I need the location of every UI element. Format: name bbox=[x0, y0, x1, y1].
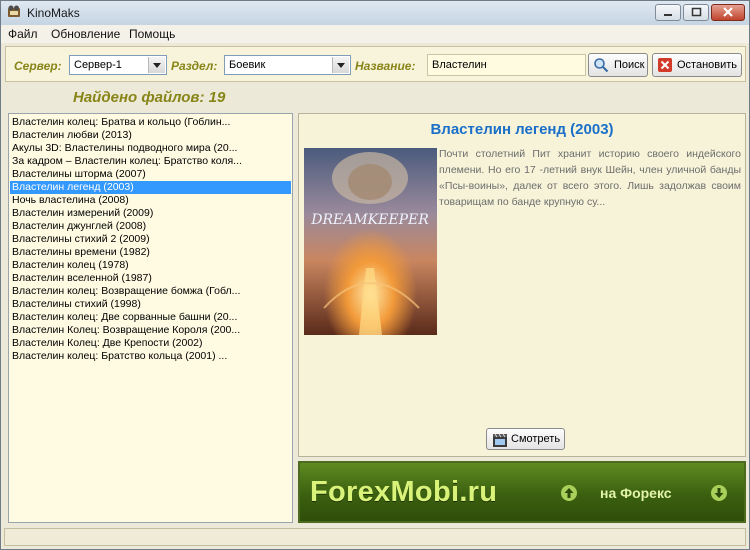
menu-update[interactable]: Обновление bbox=[51, 27, 120, 41]
name-search-input[interactable] bbox=[427, 54, 586, 76]
ad-banner[interactable]: ForexMobi.ru на Форекс bbox=[298, 461, 746, 523]
list-item[interactable]: Властелин колец: Две сорванные башни (20… bbox=[10, 311, 291, 324]
arrow-down-icon bbox=[711, 485, 727, 501]
app-window: KinoMaks Файл Обновление Помощь Сервер: … bbox=[0, 0, 750, 550]
chevron-down-icon[interactable] bbox=[148, 57, 165, 73]
list-item[interactable]: Властелин колец: Возвращение бомжа (Гобл… bbox=[10, 285, 291, 298]
list-item[interactable]: Властелин Колец: Возвращение Короля (200… bbox=[10, 324, 291, 337]
watch-button-label: Смотреть bbox=[511, 433, 561, 445]
list-item[interactable]: Властелины времени (1982) bbox=[10, 246, 291, 259]
filter-bar: Сервер: Сервер-1 Раздел: Боевик Название… bbox=[5, 46, 746, 82]
movie-description: Почти столетний Пит хранит историю своег… bbox=[439, 148, 741, 208]
details-panel: Властелин легенд (2003) DREAMKEEPER Почт… bbox=[298, 113, 746, 457]
search-button-label: Поиск bbox=[614, 59, 645, 71]
found-count: Найдено файлов: 19 bbox=[73, 89, 226, 106]
results-list[interactable]: Властелин колец: Братва и кольцо (Гоблин… bbox=[8, 113, 293, 523]
list-item[interactable]: Властелины шторма (2007) bbox=[10, 168, 291, 181]
status-bar bbox=[4, 528, 746, 546]
search-icon bbox=[594, 58, 609, 73]
search-button[interactable]: Поиск bbox=[588, 53, 648, 77]
minimize-icon bbox=[664, 14, 672, 16]
window-title: KinoMaks bbox=[27, 6, 80, 20]
menu-bar: Файл Обновление Помощь bbox=[1, 25, 749, 43]
stop-icon bbox=[658, 58, 672, 72]
list-item[interactable]: Властелин вселенной (1987) bbox=[10, 272, 291, 285]
chevron-down-icon[interactable] bbox=[332, 57, 349, 73]
server-select-value: Сервер-1 bbox=[74, 59, 122, 71]
list-item[interactable]: Властелин колец: Братва и кольцо (Гоблин… bbox=[10, 116, 291, 129]
film-clapper-icon bbox=[493, 433, 507, 447]
title-bar[interactable]: KinoMaks bbox=[1, 1, 749, 26]
movie-poster: DREAMKEEPER bbox=[304, 148, 437, 335]
list-item[interactable]: Властелин Колец: Две Крепости (2002) bbox=[10, 337, 291, 350]
server-label: Сервер: bbox=[14, 59, 62, 73]
list-item[interactable]: Акулы 3D: Властелины подводного мира (20… bbox=[10, 142, 291, 155]
watch-button[interactable]: Смотреть bbox=[486, 428, 565, 450]
movie-title: Властелин легенд (2003) bbox=[430, 121, 614, 138]
maximize-icon bbox=[691, 7, 702, 17]
list-item[interactable]: Властелины стихий (1998) bbox=[10, 298, 291, 311]
list-item[interactable]: Властелин колец: Братство кольца (2001) … bbox=[10, 350, 291, 363]
close-icon bbox=[723, 7, 733, 17]
list-item[interactable]: За кадром – Властелин колец: Братство ко… bbox=[10, 155, 291, 168]
menu-file[interactable]: Файл bbox=[8, 27, 38, 41]
section-select[interactable]: Боевик bbox=[224, 55, 351, 75]
banner-sub-text: на Форекс bbox=[600, 485, 672, 501]
menu-help[interactable]: Помощь bbox=[129, 27, 175, 41]
section-select-value: Боевик bbox=[229, 59, 266, 71]
list-item[interactable]: Властелин любви (2013) bbox=[10, 129, 291, 142]
poster-title: DREAMKEEPER bbox=[310, 212, 429, 228]
stop-button-label: Остановить bbox=[677, 59, 738, 71]
list-item[interactable]: Ночь властелина (2008) bbox=[10, 194, 291, 207]
minimize-button[interactable] bbox=[655, 4, 681, 21]
list-item[interactable]: Властелины стихий 2 (2009) bbox=[10, 233, 291, 246]
arrow-up-icon bbox=[561, 485, 577, 501]
maximize-button[interactable] bbox=[683, 4, 709, 21]
section-label: Раздел: bbox=[171, 59, 218, 73]
poster-image: DREAMKEEPER bbox=[304, 148, 437, 335]
close-button[interactable] bbox=[711, 4, 745, 21]
film-reel-icon bbox=[8, 5, 20, 17]
list-item[interactable]: Властелин измерений (2009) bbox=[10, 207, 291, 220]
server-select[interactable]: Сервер-1 bbox=[69, 55, 167, 75]
banner-main-text: ForexMobi.ru bbox=[310, 476, 498, 508]
list-item[interactable]: Властелин колец (1978) bbox=[10, 259, 291, 272]
list-item[interactable]: Властелин джунглей (2008) bbox=[10, 220, 291, 233]
name-label: Название: bbox=[355, 59, 416, 73]
stop-button[interactable]: Остановить bbox=[652, 53, 742, 77]
list-item[interactable]: Властелин легенд (2003) bbox=[10, 181, 291, 194]
